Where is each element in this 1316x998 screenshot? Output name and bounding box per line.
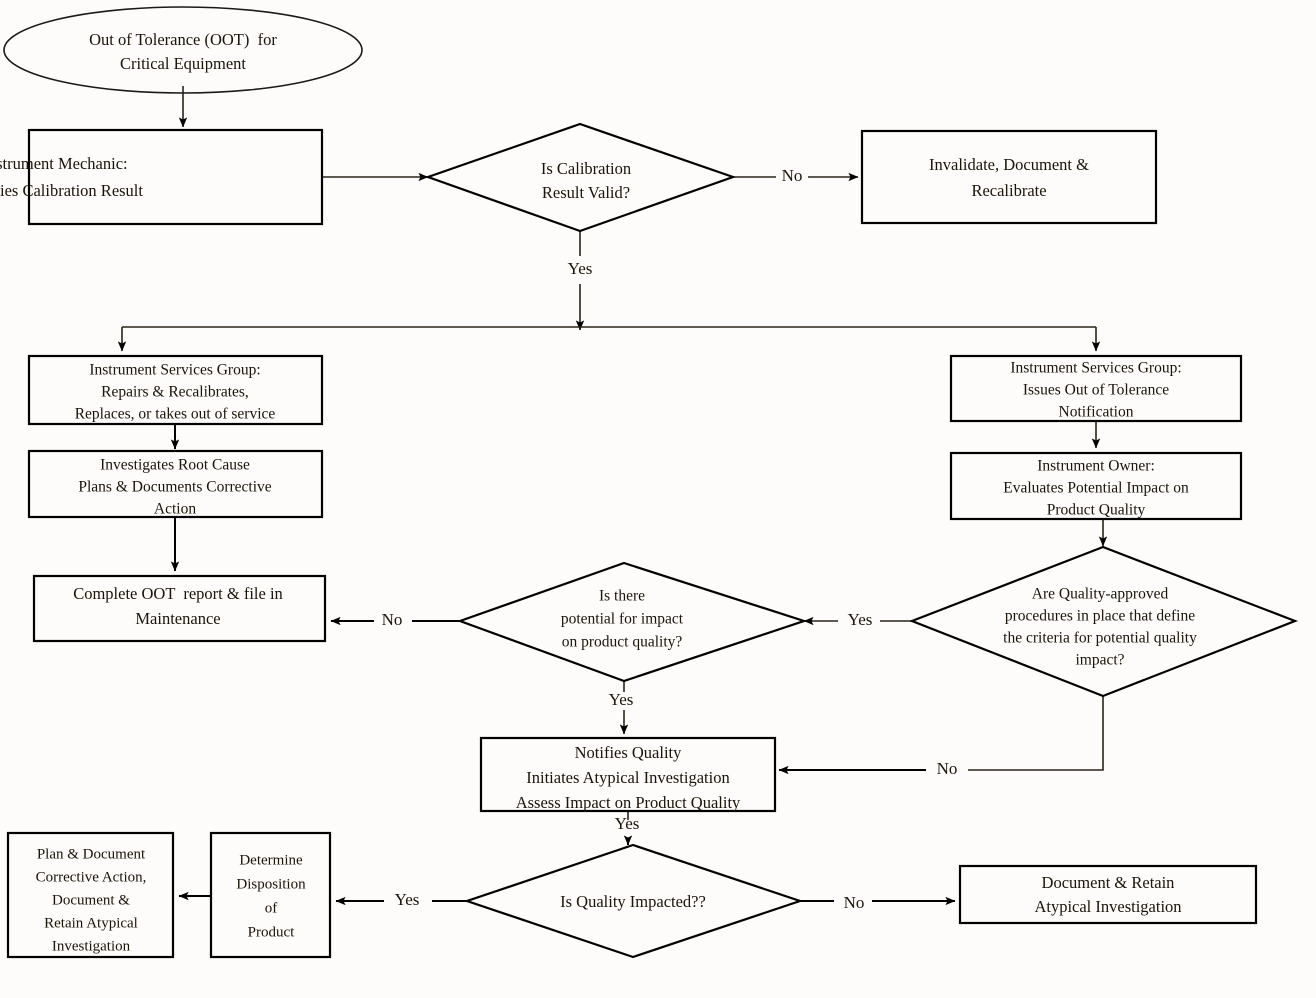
node-potentialimpact-line-2: potential for impact [561,611,684,628]
node-determinedisposition-line-2: Disposition [236,876,306,892]
node-notifiesquality-line-3: Assess Impact on Product Quality [516,793,741,812]
edge-label-impact-yes: Yes [609,690,634,709]
edge-label-calib-no: No [782,166,803,185]
node-start-shape [3,6,363,94]
node-mechanic-shape [27,128,324,226]
edge-label-calib-yes: Yes [568,259,593,278]
node-plandocument-line-5: Investigation [52,938,131,954]
flowchart-svg: Out of Tolerance (OOT) for Critical Equi… [0,6,1299,959]
node-ownerevaluates-line-2: Evaluates Potential Impact on [1003,480,1189,497]
node-plandocument-line-3: Document & [52,892,130,908]
node-start-line-1: Out of Tolerance (OOT) for [89,30,277,49]
node-notifiesquality-line-1: Notifies Quality [575,743,683,762]
node-calibvalid-line-2: Result Valid? [542,183,630,202]
node-calibvalid-line-1: Is Calibration [541,159,631,178]
node-rootcause-line-2: Plans & Documents Corrective [78,479,271,496]
node-start-line-2: Critical Equipment [120,54,246,73]
node-isgrepairs-line-2: Repairs & Recalibrates, [101,384,249,401]
node-isgrepairs-line-1: Instrument Services Group: [89,362,260,379]
node-documentretain-line-2: Atypical Investigation [1034,897,1181,916]
node-rootcause-line-1: Investigates Root Cause [100,457,250,474]
node-isgnotifies-line-2: Issues Out of Tolerance [1023,382,1169,399]
edge-label-impacted-no: No [844,893,865,912]
node-qualityprocedures-line-4: impact? [1075,652,1124,669]
node-qualityprocedures-line-3: the criteria for potential quality [1003,630,1197,647]
edge-label-qproc-yes: Yes [848,610,873,629]
node-qualityprocedures-line-2: procedures in place that define [1005,608,1195,625]
node-completeoot-line-2: Maintenance [135,609,220,628]
node-completeoot-line-1: Complete OOT report & file in [73,584,283,603]
node-notifiesquality-line-2: Initiates Atypical Investigation [526,768,729,787]
node-invalidate-line-2: Recalibrate [971,181,1046,200]
flowchart-canvas: Out of Tolerance (OOT) for Critical Equi… [0,0,1316,998]
node-potentialimpact-line-1: Is there [599,588,645,605]
node-mechanic-line-1: Instrument Mechanic: [0,154,128,173]
node-isgnotifies-line-1: Instrument Services Group: [1010,360,1181,377]
node-qualityimpacted-line-1: Is Quality Impacted?? [560,892,706,911]
node-documentretain-line-1: Document & Retain [1042,873,1175,892]
node-potentialimpact-line-3: on product quality? [562,634,683,651]
node-isgnotifies-line-3: Notification [1059,404,1134,421]
edge-qproc-no-path [968,696,1104,771]
edge-label-impact-no: No [382,610,403,629]
node-invalidate-line-1: Invalidate, Document & [929,155,1089,174]
edge-label-impacted-yes: Yes [395,890,420,909]
node-plandocument-line-4: Retain Atypical [44,915,138,931]
edge-label-notify-yes: Yes [615,814,640,833]
node-determinedisposition-line-3: of [265,900,278,916]
node-qualityprocedures-line-1: Are Quality-approved [1032,586,1169,603]
node-determinedisposition-line-1: Determine [239,852,303,868]
node-ownerevaluates-line-3: Product Quality [1047,502,1146,519]
node-invalidate-shape [860,129,1158,225]
node-rootcause-line-3: Action [154,501,196,518]
node-plandocument-line-2: Corrective Action, [36,869,147,885]
node-isgrepairs-line-3: Replaces, or takes out of service [75,406,276,423]
node-mechanic-line-2: Verifies Calibration Result [0,181,143,200]
node-ownerevaluates-line-1: Instrument Owner: [1037,458,1155,475]
edge-label-qproc-no: No [937,759,958,778]
node-determinedisposition-line-4: Product [248,924,295,940]
node-plandocument-line-1: Plan & Document [37,846,146,862]
